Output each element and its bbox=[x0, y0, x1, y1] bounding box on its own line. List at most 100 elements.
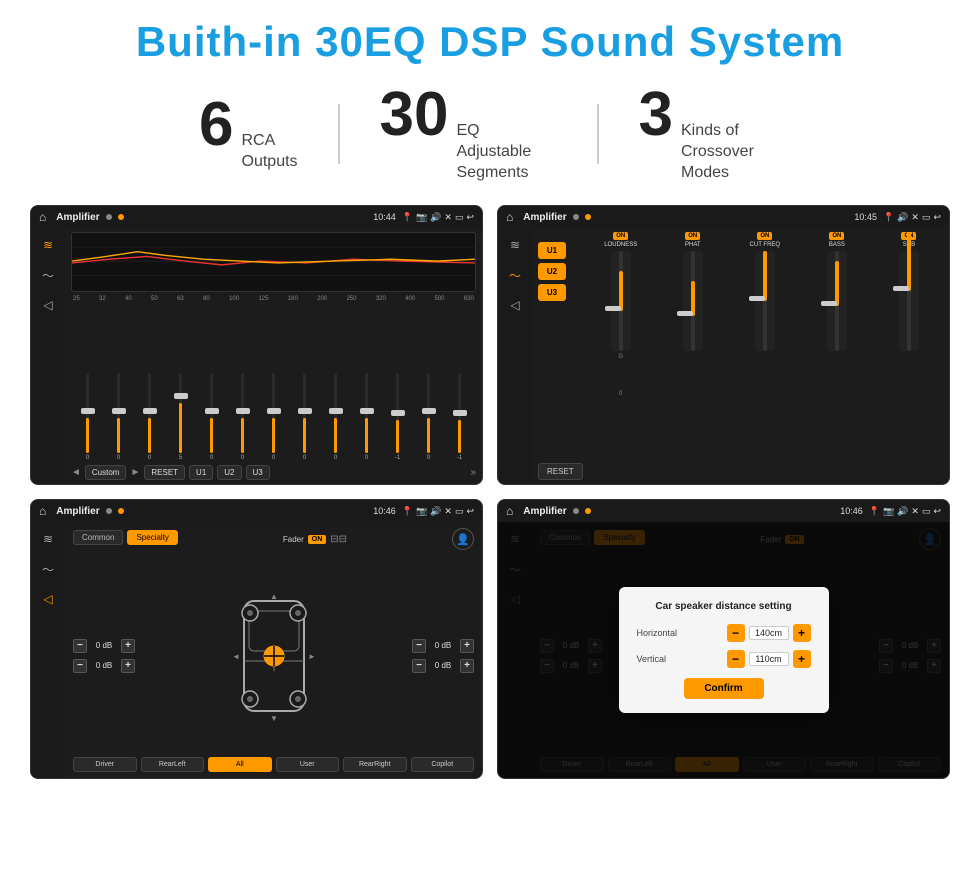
eq-slider-12[interactable]: 0 bbox=[414, 373, 443, 461]
db-minus-br[interactable]: − bbox=[412, 659, 426, 673]
home-icon-2[interactable]: ⌂ bbox=[506, 210, 513, 224]
eq-slider-3[interactable]: 0 bbox=[135, 373, 164, 461]
db-plus-tl[interactable]: + bbox=[121, 639, 135, 653]
eq-slider-2[interactable]: 0 bbox=[104, 373, 133, 461]
eq-next[interactable]: ► bbox=[130, 467, 140, 478]
btn-all[interactable]: All bbox=[208, 757, 272, 772]
eq-slider-4[interactable]: 5 bbox=[166, 373, 195, 461]
db-control-tl: − 0 dB + bbox=[73, 639, 135, 653]
back-icon-4[interactable]: ↩ bbox=[933, 506, 941, 517]
fader-left-controls: − 0 dB + − 0 dB + bbox=[73, 639, 135, 673]
eq-controls: ◄ Custom ► RESET U1 U2 U3 » bbox=[71, 465, 476, 480]
eq-slider-13[interactable]: -1 bbox=[445, 373, 474, 461]
vertical-plus[interactable]: + bbox=[793, 650, 811, 668]
speaker-icon[interactable]: ◁ bbox=[37, 296, 59, 314]
dialog-dot2 bbox=[585, 508, 591, 514]
wave-icon[interactable]: 〜 bbox=[37, 266, 59, 284]
back-icon-3[interactable]: ↩ bbox=[466, 506, 474, 517]
eq-dot2 bbox=[118, 214, 124, 220]
btn-rearleft[interactable]: RearLeft bbox=[141, 757, 205, 772]
dialog-status-icons: 📍 📷 🔊 ✕ ▭ ↩ bbox=[869, 506, 941, 517]
preset-u2[interactable]: U2 bbox=[538, 263, 566, 280]
eq-u3[interactable]: U3 bbox=[246, 465, 270, 480]
home-icon-3[interactable]: ⌂ bbox=[39, 504, 46, 518]
eq-slider-5[interactable]: 0 bbox=[197, 373, 226, 461]
preset-u1[interactable]: U1 bbox=[538, 242, 566, 259]
back-icon-2[interactable]: ↩ bbox=[933, 212, 941, 223]
btn-copilot[interactable]: Copilot bbox=[411, 757, 475, 772]
crossover-dot2 bbox=[585, 214, 591, 220]
db-val-br: 0 dB bbox=[429, 661, 457, 670]
tab-common[interactable]: Common bbox=[73, 530, 123, 545]
bass-toggle[interactable]: ON bbox=[829, 232, 844, 240]
wave-icon-3[interactable]: 〜 bbox=[37, 560, 59, 578]
eq-slider-1[interactable]: 0 bbox=[73, 373, 102, 461]
eq-preset-custom[interactable]: Custom bbox=[85, 465, 127, 480]
crossover-status-icons: 📍 🔊 ✕ ▭ ↩ bbox=[883, 212, 941, 223]
stat-eq-number: 30 bbox=[380, 84, 449, 146]
fader-person-icon[interactable]: 👤 bbox=[452, 528, 474, 550]
btn-driver[interactable]: Driver bbox=[73, 757, 137, 772]
db-plus-tr[interactable]: + bbox=[460, 639, 474, 653]
db-minus-bl[interactable]: − bbox=[73, 659, 87, 673]
dialog-screen: ⌂ Amplifier 10:46 📍 📷 🔊 ✕ ▭ ↩ ≋ 〜 bbox=[497, 499, 950, 779]
eq-prev[interactable]: ◄ bbox=[71, 467, 81, 478]
horizontal-minus[interactable]: − bbox=[727, 624, 745, 642]
db-minus-tr[interactable]: − bbox=[412, 639, 426, 653]
eq-slider-8[interactable]: 0 bbox=[290, 373, 319, 461]
wave-icon-2[interactable]: 〜 bbox=[504, 266, 526, 284]
svg-text:►: ► bbox=[308, 652, 316, 661]
crossover-sidebar: ≋ 〜 ◁ bbox=[498, 228, 532, 484]
eq-forward-icon[interactable]: » bbox=[470, 467, 476, 478]
horizontal-row: Horizontal − 140cm + bbox=[637, 624, 811, 642]
stat-crossover-number: 3 bbox=[639, 84, 673, 146]
crossover-app-name: Amplifier bbox=[523, 212, 566, 223]
speaker-icon-3[interactable]: ◁ bbox=[37, 590, 59, 608]
eq-slider-10[interactable]: 0 bbox=[352, 373, 381, 461]
confirm-button[interactable]: Confirm bbox=[684, 678, 764, 699]
eq-reset[interactable]: RESET bbox=[144, 465, 185, 480]
db-plus-bl[interactable]: + bbox=[121, 659, 135, 673]
cutfreq-toggle[interactable]: ON bbox=[757, 232, 772, 240]
home-icon-4[interactable]: ⌂ bbox=[506, 504, 513, 518]
db-plus-br[interactable]: + bbox=[460, 659, 474, 673]
eq-freq-labels: 2532405063 80100125160200 25032040050063… bbox=[71, 296, 476, 302]
fader-app-name: Amplifier bbox=[56, 506, 99, 517]
eq-u2[interactable]: U2 bbox=[217, 465, 241, 480]
eq-icon-3[interactable]: ≋ bbox=[37, 530, 59, 548]
btn-user[interactable]: User bbox=[276, 757, 340, 772]
crossover-time: 10:45 bbox=[854, 212, 877, 222]
eq-icon-2[interactable]: ≋ bbox=[504, 236, 526, 254]
svg-text:▲: ▲ bbox=[270, 592, 278, 601]
dialog-time: 10:46 bbox=[840, 506, 863, 516]
eq-slider-11[interactable]: -1 bbox=[383, 373, 412, 461]
back-icon[interactable]: ↩ bbox=[466, 212, 474, 223]
eq-status-icons: 📍 📷 🔊 ✕ ▭ ↩ bbox=[402, 212, 474, 223]
eq-slider-9[interactable]: 0 bbox=[321, 373, 350, 461]
btn-rearright[interactable]: RearRight bbox=[343, 757, 407, 772]
tab-specialty[interactable]: Specialty bbox=[127, 530, 177, 545]
battery-icon-3: ▭ bbox=[455, 506, 464, 517]
crossover-reset[interactable]: RESET bbox=[538, 463, 583, 480]
speaker-icon-2[interactable]: ◁ bbox=[504, 296, 526, 314]
fader-on-toggle[interactable]: ON bbox=[308, 535, 327, 544]
eq-u1[interactable]: U1 bbox=[189, 465, 213, 480]
volume-icon-3: 🔊 bbox=[430, 506, 441, 517]
camera-icon: 📷 bbox=[416, 212, 427, 223]
preset-u3[interactable]: U3 bbox=[538, 284, 566, 301]
stats-row: 6 RCAOutputs 30 EQ AdjustableSegments 3 … bbox=[30, 84, 950, 183]
vertical-row: Vertical − 110cm + bbox=[637, 650, 811, 668]
eq-slider-7[interactable]: 0 bbox=[259, 373, 288, 461]
db-val-bl: 0 dB bbox=[90, 661, 118, 670]
eq-dot1 bbox=[106, 214, 112, 220]
home-icon[interactable]: ⌂ bbox=[39, 210, 46, 224]
eq-icon[interactable]: ≋ bbox=[37, 236, 59, 254]
vertical-minus[interactable]: − bbox=[727, 650, 745, 668]
horizontal-plus[interactable]: + bbox=[793, 624, 811, 642]
x-icon-2: ✕ bbox=[911, 212, 919, 223]
eq-slider-6[interactable]: 0 bbox=[228, 373, 257, 461]
phat-toggle[interactable]: ON bbox=[685, 232, 700, 240]
fader-status-bar: ⌂ Amplifier 10:46 📍 📷 🔊 ✕ ▭ ↩ bbox=[31, 500, 482, 522]
db-minus-tl[interactable]: − bbox=[73, 639, 87, 653]
loudness-toggle[interactable]: ON bbox=[613, 232, 628, 240]
